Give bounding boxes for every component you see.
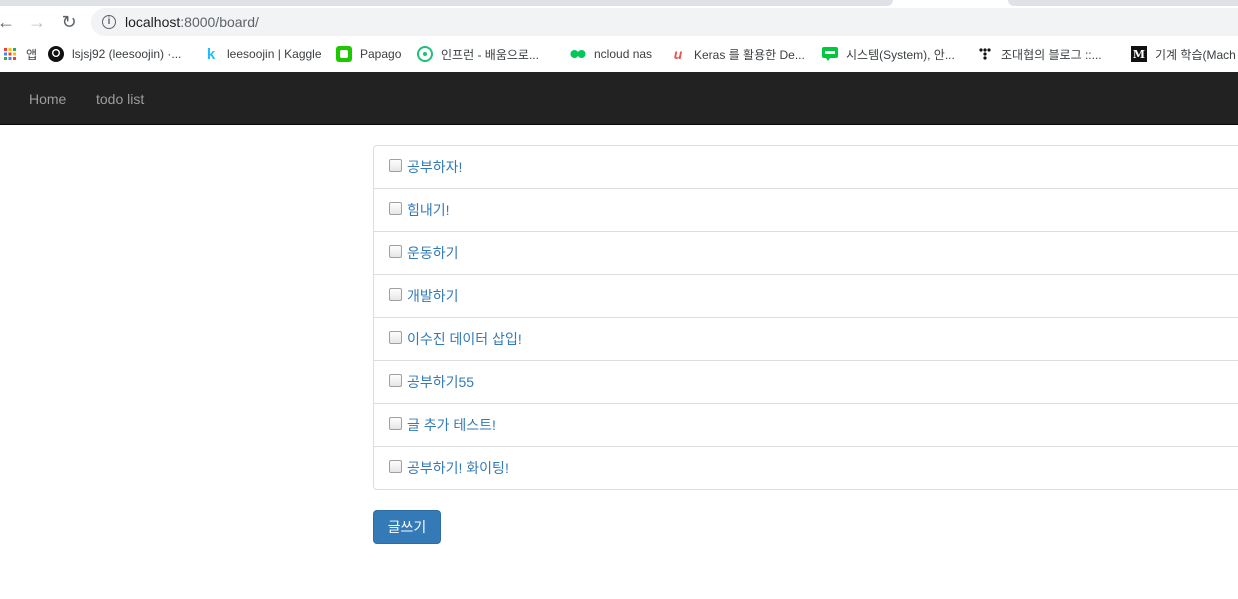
browser-chrome: ← → ↻ i localhost:8000/board/ 앱 lsjsj92 … [0, 0, 1238, 72]
url-text: localhost:8000/board/ [125, 14, 259, 30]
todo-link[interactable]: 운동하기 [407, 243, 459, 263]
bookmark-tistory[interactable]: 조대협의 블로그 ::... [977, 45, 1102, 63]
todo-checkbox[interactable] [389, 374, 402, 387]
reload-icon[interactable]: ↻ [55, 8, 83, 36]
bookmarks-bar: 앱 lsjsj92 (leesoojin) ·... k leesoojin |… [0, 40, 1238, 68]
bookmark-kaggle[interactable]: k leesoojin | Kaggle [203, 45, 322, 63]
tab-strip [1008, 0, 1238, 6]
list-item: 이수진 데이터 삽입! [374, 318, 1238, 361]
todo-link[interactable]: 공부하자! [407, 157, 462, 177]
nav-home-link[interactable]: Home [29, 91, 66, 107]
nav-todo-link[interactable]: todo list [96, 91, 144, 107]
list-item: 공부하기! 화이팅! [374, 447, 1238, 489]
todo-link[interactable]: 공부하기! 화이팅! [407, 458, 509, 478]
todo-checkbox[interactable] [389, 417, 402, 430]
todo-link[interactable]: 힘내기! [407, 200, 450, 220]
todo-link[interactable]: 이수진 데이터 삽입! [407, 329, 522, 349]
list-item: 공부하기55 [374, 361, 1238, 404]
back-arrow-icon[interactable]: ← [0, 8, 20, 36]
list-item: 개발하기 [374, 275, 1238, 318]
todo-checkbox[interactable] [389, 331, 402, 344]
todo-checkbox[interactable] [389, 288, 402, 301]
bookmark-blog[interactable]: 시스템(System), 안... [822, 45, 955, 63]
kaggle-icon: k [206, 45, 216, 63]
todo-link[interactable]: 공부하기55 [407, 372, 474, 392]
bookmark-apps[interactable]: 앱 [2, 45, 37, 63]
tistory-icon [977, 46, 993, 62]
todo-checkbox[interactable] [389, 460, 402, 473]
forward-arrow-icon[interactable]: → [23, 8, 51, 36]
bookmark-medium[interactable]: M 기계 학습(Mach [1131, 45, 1236, 63]
list-item: 글 추가 테스트! [374, 404, 1238, 447]
papago-icon [336, 46, 352, 62]
bookmark-papago[interactable]: Papago [336, 45, 401, 63]
list-item: 힘내기! [374, 189, 1238, 232]
github-icon [48, 46, 64, 62]
bookmark-github[interactable]: lsjsj92 (leesoojin) ·... [48, 45, 181, 63]
bookmark-inflearn[interactable]: 인프런 - 배움으로... [417, 45, 539, 63]
info-icon[interactable]: i [102, 15, 116, 29]
udemy-icon: u [673, 46, 683, 62]
write-post-button[interactable]: 글쓰기 [373, 510, 441, 544]
bookmark-ncloud[interactable]: ncloud nas [570, 45, 652, 63]
list-item: 공부하자! [374, 146, 1238, 189]
bookmark-udemy[interactable]: u Keras 를 활용한 De... [670, 45, 805, 63]
apps-grid-icon [2, 46, 18, 62]
blog-icon [822, 46, 838, 62]
todo-link[interactable]: 글 추가 테스트! [407, 415, 496, 435]
address-bar[interactable]: i localhost:8000/board/ [91, 8, 1238, 36]
inflearn-icon [417, 46, 433, 62]
ncloud-icon [570, 46, 586, 62]
todo-checkbox[interactable] [389, 159, 402, 172]
todo-checkbox[interactable] [389, 245, 402, 258]
todo-link[interactable]: 개발하기 [407, 286, 459, 306]
todo-checkbox[interactable] [389, 202, 402, 215]
todo-list: 공부하자! 힘내기! 운동하기 개발하기 이수진 데이터 삽입! 공부하기55 … [373, 145, 1238, 490]
tab-strip [0, 0, 893, 6]
medium-icon: M [1131, 46, 1147, 62]
list-item: 운동하기 [374, 232, 1238, 275]
top-navbar: Home todo list [0, 72, 1238, 125]
